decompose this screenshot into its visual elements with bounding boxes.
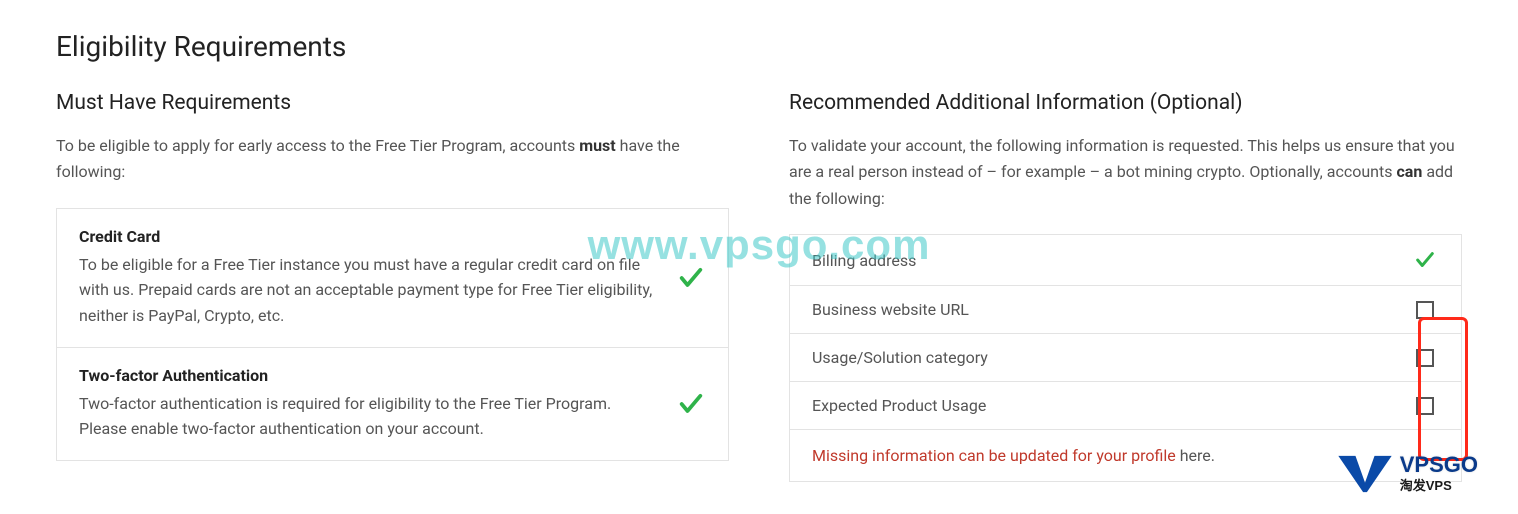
checkbox-empty-icon [1411, 397, 1439, 415]
checkmark-icon [676, 263, 706, 293]
intro-text: To be eligible to apply for early access… [56, 136, 579, 155]
missing-tail: here. [1176, 446, 1215, 465]
intro-bold: must [579, 136, 615, 155]
row-billing-address: Billing address [790, 235, 1461, 286]
requirement-card-two-factor: Two-factor Authentication Two-factor aut… [56, 348, 729, 461]
intro-text: To validate your account, the following … [789, 136, 1455, 181]
recommended-heading: Recommended Additional Information (Opti… [789, 91, 1462, 115]
row-missing-info: Missing information can be updated for y… [790, 430, 1461, 481]
row-expected-usage: Expected Product Usage [790, 382, 1461, 430]
checkbox-empty-icon [1411, 349, 1439, 367]
must-have-heading: Must Have Requirements [56, 91, 729, 115]
page-title: Eligibility Requirements [56, 30, 1462, 63]
recommended-list: Billing address Business website URL Usa… [789, 234, 1462, 482]
card-title: Two-factor Authentication [79, 366, 658, 385]
card-description: Two-factor authentication is required fo… [79, 391, 658, 442]
row-usage-category: Usage/Solution category [790, 334, 1461, 382]
card-description: To be eligible for a Free Tier instance … [79, 252, 658, 329]
update-profile-link[interactable]: Missing information can be updated for y… [812, 446, 1176, 465]
row-label: Usage/Solution category [812, 348, 988, 367]
checkbox-empty-icon [1411, 301, 1439, 319]
row-label: Expected Product Usage [812, 396, 986, 415]
requirement-card-credit-card: Credit Card To be eligible for a Free Ti… [56, 208, 729, 348]
must-have-column: Must Have Requirements To be eligible to… [56, 91, 729, 482]
row-business-website: Business website URL [790, 286, 1461, 334]
row-label: Business website URL [812, 300, 969, 319]
checkmark-icon [676, 389, 706, 419]
row-label: Billing address [812, 251, 916, 270]
intro-bold: can [1396, 162, 1422, 181]
recommended-column: Recommended Additional Information (Opti… [789, 91, 1462, 482]
recommended-intro: To validate your account, the following … [789, 133, 1462, 212]
card-title: Credit Card [79, 227, 658, 246]
must-have-intro: To be eligible to apply for early access… [56, 133, 729, 186]
checkmark-icon [1411, 249, 1439, 271]
